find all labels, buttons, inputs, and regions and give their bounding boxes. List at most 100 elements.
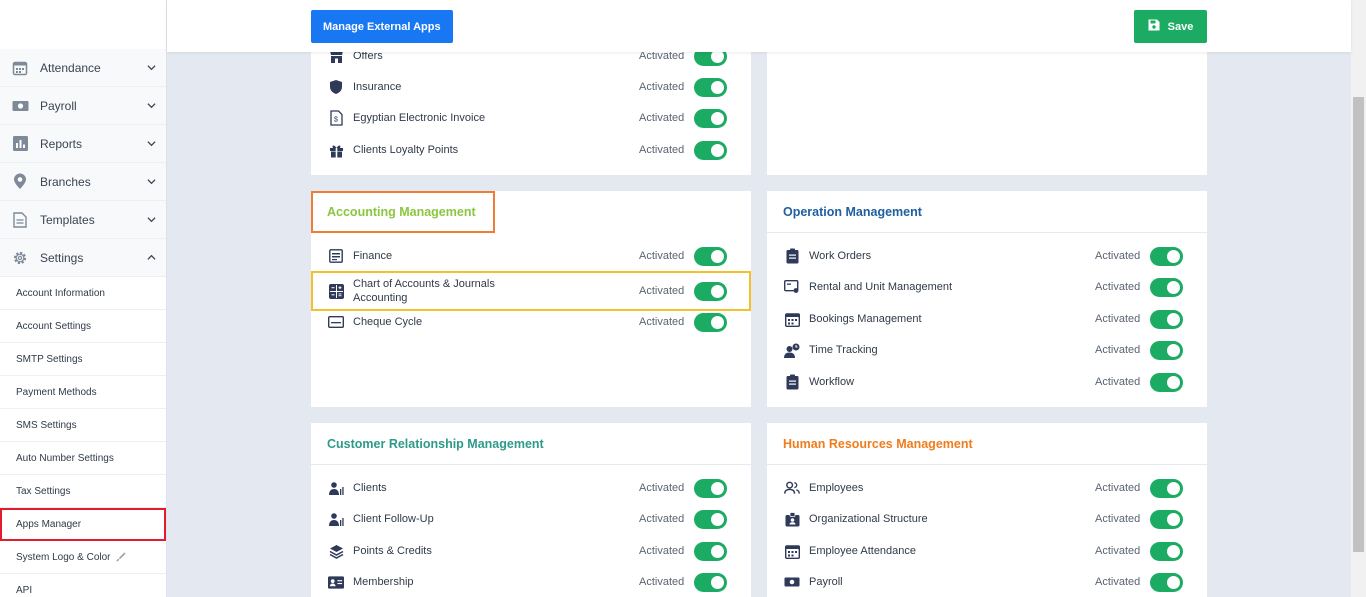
clipboard-icon <box>784 374 800 390</box>
status-text: Activated <box>639 285 685 297</box>
sidebar-subitem-account-information[interactable]: Account Information <box>0 277 166 310</box>
card-title: Human Resources Management <box>767 423 1207 465</box>
sidebar-item-payroll[interactable]: Payroll <box>0 87 166 125</box>
rental-icon <box>784 279 800 295</box>
app-row-rental-unit-management: Rental and Unit Management Activated <box>767 272 1207 302</box>
app-label: Organizational Structure <box>809 513 928 525</box>
app-label: Clients <box>353 482 387 494</box>
card-accounting-management: Accounting Management Finance Activated … <box>311 191 751 407</box>
chevron-down-icon <box>146 63 156 73</box>
sidebar-item-label: Branches <box>40 174 91 189</box>
scrollbar-thumb[interactable] <box>1353 97 1364 552</box>
app-label: Client Follow-Up <box>353 513 434 525</box>
sidebar-item-label: Payroll <box>40 98 77 113</box>
money-icon <box>11 97 29 115</box>
shield-icon <box>328 79 344 95</box>
card-title: Customer Relationship Management <box>311 423 751 465</box>
sidebar-subitem-tax-settings[interactable]: Tax Settings <box>0 475 166 508</box>
sidebar-subitem-auto-number-settings[interactable]: Auto Number Settings <box>0 442 166 475</box>
status-text: Activated <box>1095 576 1141 588</box>
activation-toggle[interactable] <box>694 77 727 97</box>
sidebar-subitem-payment-methods[interactable]: Payment Methods <box>0 376 166 409</box>
sidebar-item-templates[interactable]: Templates <box>0 201 166 239</box>
app-label-line-1: Chart of Accounts & Journals <box>353 278 495 290</box>
cheque-icon <box>328 314 344 330</box>
save-button[interactable]: Save <box>1134 10 1207 43</box>
sidebar-subitem-smtp-settings[interactable]: SMTP Settings <box>0 343 166 376</box>
app-label: Chart of Accounts & Journals Accounting <box>353 277 495 305</box>
status-text: Activated <box>639 482 685 494</box>
activation-toggle[interactable] <box>694 541 727 561</box>
user-clock-icon <box>784 342 800 358</box>
floppy-disk-icon <box>1148 19 1160 34</box>
calendar-booking-icon <box>784 311 800 327</box>
activation-toggle[interactable] <box>694 509 727 529</box>
activation-toggle[interactable] <box>1150 509 1183 529</box>
app-row-membership: Membership Activated <box>311 567 751 597</box>
status-text: Activated <box>1095 513 1141 525</box>
app-label: Time Tracking <box>809 344 878 356</box>
sidebar-item-reports[interactable]: Reports <box>0 125 166 163</box>
app-row-employee-attendance: Employee Attendance Activated <box>767 536 1207 566</box>
sidebar-subitem-api[interactable]: API <box>0 574 166 597</box>
sidebar-subitem-system-logo-color[interactable]: System Logo & Color <box>0 541 166 574</box>
app-row-organizational-structure: Organizational Structure Activated <box>767 504 1207 534</box>
activation-toggle[interactable] <box>694 108 727 128</box>
activation-toggle[interactable] <box>1150 246 1183 266</box>
app-row-work-orders: Work Orders Activated <box>767 241 1207 271</box>
activation-toggle[interactable] <box>1150 309 1183 329</box>
chevron-down-icon <box>146 177 156 187</box>
sidebar-subitem-account-settings[interactable]: Account Settings <box>0 310 166 343</box>
activation-toggle[interactable] <box>1150 541 1183 561</box>
sidebar-item-settings[interactable]: Settings <box>0 239 166 277</box>
activation-toggle[interactable] <box>694 312 727 332</box>
activation-toggle[interactable] <box>694 572 727 592</box>
activation-toggle[interactable] <box>1150 478 1183 498</box>
sidebar: Attendance Payroll Reports Branches Temp… <box>0 0 167 597</box>
save-button-label: Save <box>1167 20 1194 33</box>
calendar-icon <box>784 543 800 559</box>
status-text: Activated <box>1095 250 1141 262</box>
layers-icon <box>328 543 344 559</box>
sidebar-item-label: Reports <box>40 136 83 151</box>
app-row-bookings-management: Bookings Management Activated <box>767 304 1207 334</box>
gear-icon <box>11 249 29 267</box>
app-label: Egyptian Electronic Invoice <box>353 112 486 124</box>
status-text: Activated <box>639 513 685 525</box>
app-label: Employees <box>809 482 864 494</box>
activation-toggle[interactable] <box>694 246 727 266</box>
status-text: Activated <box>639 250 685 262</box>
sidebar-subitem-sms-settings[interactable]: SMS Settings <box>0 409 166 442</box>
status-text: Activated <box>1095 344 1141 356</box>
activation-toggle[interactable] <box>1150 372 1183 392</box>
app-row-workflow: Workflow Activated <box>767 367 1207 397</box>
app-label: Cheque Cycle <box>353 316 423 328</box>
sidebar-item-branches[interactable]: Branches <box>0 163 166 201</box>
activation-toggle[interactable] <box>1150 340 1183 360</box>
activation-toggle[interactable] <box>694 281 727 301</box>
status-text: Activated <box>639 316 685 328</box>
activation-toggle[interactable] <box>694 478 727 498</box>
activation-toggle[interactable] <box>1150 572 1183 592</box>
card-operation-management: Operation Management Work Orders Activat… <box>767 191 1207 407</box>
app-row-egyptian-electronic-invoice: $ Egyptian Electronic Invoice Activated <box>311 103 751 133</box>
manage-external-apps-button[interactable]: Manage External Apps <box>311 10 453 43</box>
sidebar-subitem-label: System Logo & Color <box>16 551 111 563</box>
chevron-down-icon <box>146 101 156 111</box>
user-chart-icon <box>328 511 344 527</box>
gift-icon <box>328 142 344 158</box>
app-row-finance: Finance Activated <box>311 241 751 271</box>
sidebar-subitem-apps-manager[interactable]: Apps Manager <box>0 508 166 541</box>
sidebar-item-label: Settings <box>40 250 84 265</box>
map-pin-icon <box>11 173 29 191</box>
status-text: Activated <box>1095 281 1141 293</box>
sidebar-item-attendance[interactable]: Attendance <box>0 49 166 87</box>
bar-chart-icon <box>11 135 29 153</box>
activation-toggle[interactable] <box>1150 277 1183 297</box>
activation-toggle[interactable] <box>694 140 727 160</box>
chevron-down-icon <box>146 215 156 225</box>
app-row-cheque-cycle: Cheque Cycle Activated <box>311 307 751 337</box>
vertical-scrollbar[interactable] <box>1351 0 1366 597</box>
user-chart-icon <box>328 480 344 496</box>
status-text: Activated <box>639 576 685 588</box>
